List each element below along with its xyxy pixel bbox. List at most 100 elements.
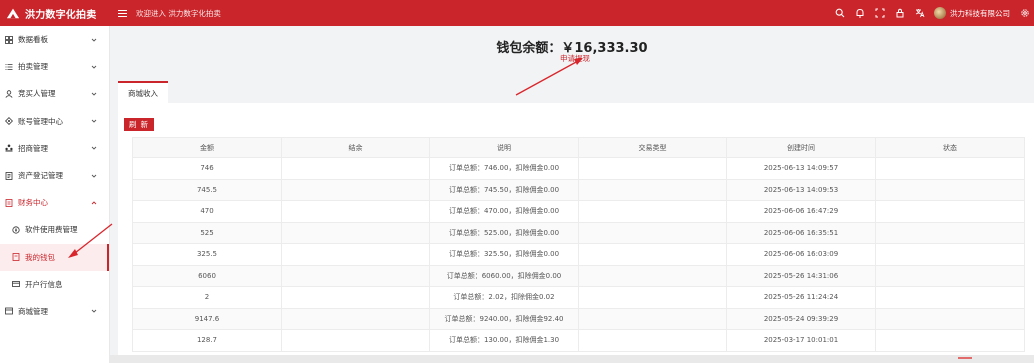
document-icon	[4, 171, 14, 181]
sidebar-item-auction[interactable]: 拍卖管理	[0, 53, 109, 80]
horizontal-scrollbar[interactable]	[110, 355, 1034, 363]
cell-status	[875, 200, 1025, 223]
chevron-down-icon	[91, 174, 97, 178]
cell-balance	[281, 286, 430, 309]
cell-type	[578, 286, 727, 309]
sidebar-item-label: 我的钱包	[25, 252, 55, 262]
table-row: 128.7 订单总额：130.00，扣除佣金1.30 2025-03-17 10:0…	[132, 329, 1025, 352]
menu-toggle-icon[interactable]	[118, 7, 130, 19]
sidebar-item-accounts[interactable]: 账号管理中心	[0, 108, 109, 135]
cell-balance	[281, 200, 430, 223]
sidebar-item-label: 数据看板	[18, 35, 48, 45]
sidebar-item-label: 拍卖管理	[18, 62, 48, 72]
cell-type	[578, 200, 727, 223]
cell-created: 2025-05-24 09:39:29	[726, 307, 876, 330]
cell-amount: 128.7	[132, 329, 282, 352]
cell-amount: 325.5	[132, 243, 282, 266]
scroll-indicator	[958, 357, 972, 359]
main-content: 钱包余额：￥16,333.30 申请提现 商城收入 刷 新 金额 结余 说明 交…	[110, 26, 1034, 363]
cell-balance	[281, 178, 430, 201]
card-icon	[11, 279, 21, 289]
wallet-icon	[11, 252, 21, 262]
cell-description: 订单总额：525.00，扣除佣金0.00	[429, 221, 579, 244]
cell-description: 订单总额：9240.00，扣除佣金92.40	[429, 307, 579, 330]
table-header-row: 金额 结余 说明 交易类型 创建时间 状态	[132, 137, 1025, 158]
sidebar-item-my-wallet[interactable]: 我的钱包	[0, 243, 109, 271]
cell-status	[875, 286, 1025, 309]
cell-amount: 9147.6	[132, 307, 282, 330]
sidebar-item-software-fee[interactable]: 软件使用费管理	[0, 216, 109, 243]
table-row: 6060 订单总额：6060.00，扣除佣金0.00 2025-05-26 14:3…	[132, 264, 1025, 287]
cell-balance	[281, 221, 430, 244]
cell-description: 订单总额：2.02，扣除佣金0.02	[429, 286, 579, 309]
cell-description: 订单总额：6060.00，扣除佣金0.00	[429, 264, 579, 287]
table-row: 9147.6 订单总额：9240.00，扣除佣金92.40 2025-05-24 0…	[132, 307, 1025, 330]
lock-icon[interactable]	[894, 8, 905, 19]
cell-created: 2025-06-06 16:47:29	[726, 200, 876, 223]
sidebar-item-shop[interactable]: 商城管理	[0, 298, 109, 325]
user-icon	[4, 89, 14, 99]
chevron-down-icon	[91, 65, 97, 69]
fullscreen-icon[interactable]	[874, 8, 885, 19]
withdraw-link[interactable]: 申请提现	[560, 53, 590, 64]
sidebar-item-label: 账号管理中心	[18, 116, 63, 126]
cell-created: 2025-06-13 14:09:57	[726, 157, 876, 180]
cell-created: 2025-05-26 14:31:06	[726, 264, 876, 287]
table-row: 325.5 订单总额：325.50，扣除佣金0.00 2025-06-06 16:0…	[132, 243, 1025, 266]
sidebar-item-bidders[interactable]: 竞买人管理	[0, 80, 109, 107]
cell-status	[875, 329, 1025, 352]
cell-balance	[281, 307, 430, 330]
chevron-down-icon	[91, 147, 97, 150]
table-row: 2 订单总额：2.02，扣除佣金0.02 2025-05-26 11:24:24	[132, 286, 1025, 309]
cell-status	[875, 264, 1025, 287]
column-header-balance: 结余	[281, 137, 430, 158]
sidebar-item-bank-info[interactable]: 开户行信息	[0, 271, 109, 298]
column-header-description: 说明	[429, 137, 579, 158]
avatar[interactable]	[934, 7, 946, 19]
sidebar-item-dashboard[interactable]: 数据看板	[0, 26, 109, 53]
cell-amount: 470	[132, 200, 282, 223]
app-title: 洪力数字化拍卖	[25, 9, 97, 21]
cell-balance	[281, 157, 430, 180]
cell-created: 2025-06-06 16:35:51	[726, 221, 876, 244]
grid-icon	[4, 35, 14, 45]
refresh-button[interactable]: 刷 新	[124, 118, 155, 131]
sidebar-item-investment[interactable]: 招商管理	[0, 135, 109, 162]
list-icon	[4, 62, 14, 72]
language-icon[interactable]	[914, 8, 925, 19]
cell-status	[875, 221, 1025, 244]
chevron-down-icon	[91, 119, 97, 123]
sidebar-item-finance[interactable]: 财务中心	[0, 189, 109, 216]
cell-amount: 6060	[132, 264, 282, 287]
search-icon[interactable]	[834, 8, 845, 19]
bell-icon[interactable]	[854, 8, 865, 19]
column-header-status: 状态	[875, 137, 1025, 158]
logo: 洪力数字化拍卖	[0, 0, 110, 26]
table-row: 525 订单总额：525.00，扣除佣金0.00 2025-06-06 16:35:…	[132, 221, 1025, 244]
sidebar-item-label: 软件使用费管理	[25, 225, 78, 235]
coin-icon	[11, 225, 21, 235]
column-header-amount: 金额	[132, 137, 282, 158]
cell-type	[578, 264, 727, 287]
logo-icon	[6, 8, 20, 19]
cell-description: 订单总额：325.50，扣除佣金0.00	[429, 243, 579, 266]
cell-type	[578, 157, 727, 180]
sidebar-item-label: 招商管理	[18, 143, 48, 153]
column-header-created: 创建时间	[726, 137, 876, 158]
cell-description: 订单总额：745.50，扣除佣金0.00	[429, 178, 579, 201]
diamond-icon	[4, 116, 14, 126]
tab-shop-income[interactable]: 商城收入	[118, 81, 168, 103]
cell-status	[875, 307, 1025, 330]
cell-status	[875, 157, 1025, 180]
cell-status	[875, 243, 1025, 266]
cell-created: 2025-06-13 14:09:53	[726, 178, 876, 201]
chevron-down-icon	[91, 92, 97, 96]
user-name[interactable]: 洪力科技有限公司	[950, 8, 1010, 19]
sidebar-item-label: 资产登记管理	[18, 171, 63, 181]
people-icon	[4, 143, 14, 153]
chevron-down-icon	[91, 310, 97, 314]
sidebar-item-assets[interactable]: 资产登记管理	[0, 162, 109, 189]
cell-created: 2025-05-26 11:24:24	[726, 286, 876, 309]
chevron-up-icon	[91, 201, 97, 205]
settings-icon[interactable]	[1019, 8, 1030, 19]
